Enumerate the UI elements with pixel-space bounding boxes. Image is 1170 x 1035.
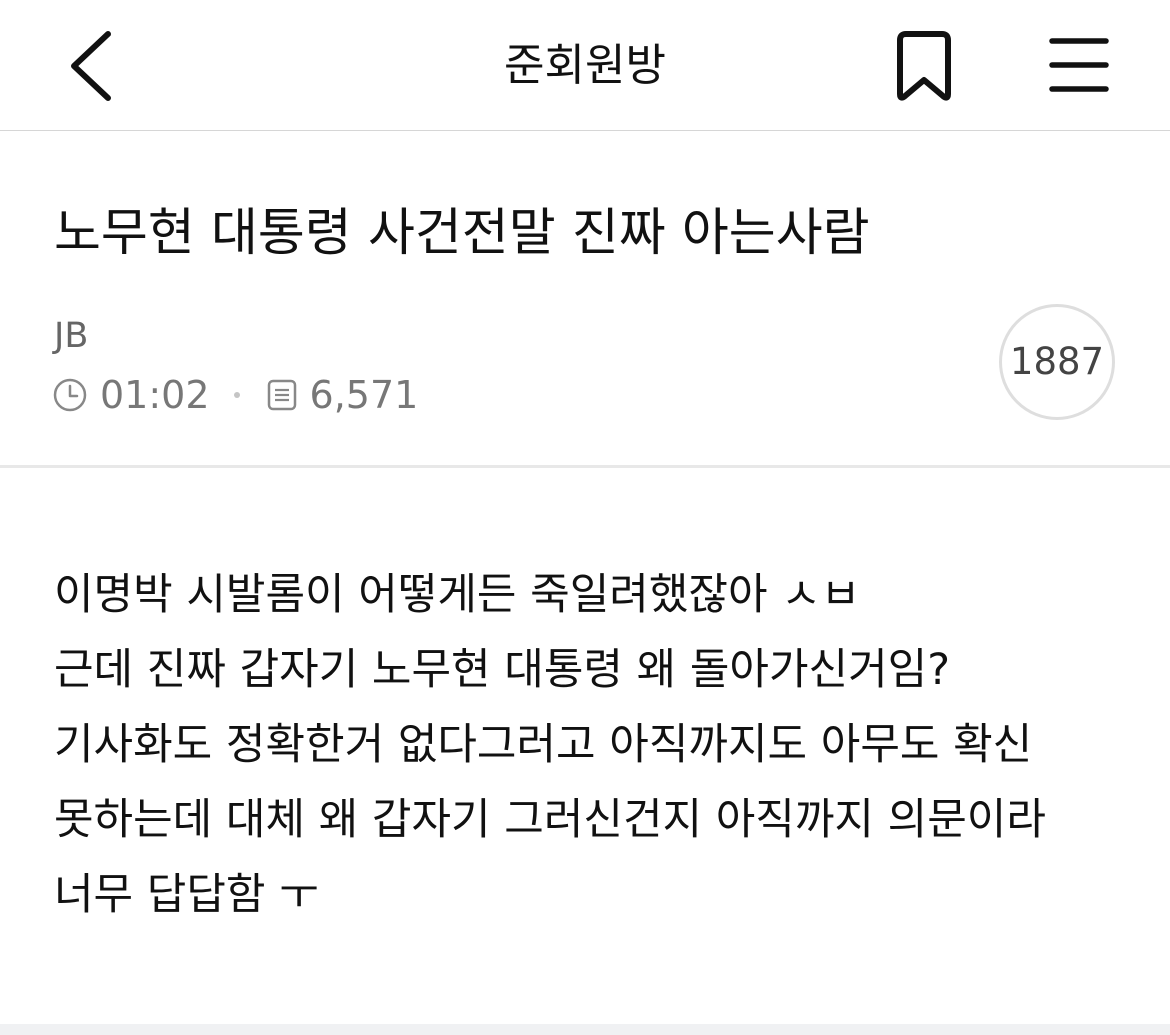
view-count: 6,571	[309, 373, 419, 417]
body-line: 너무 답답함 ㅜ	[54, 870, 319, 920]
body-line: 기사화도 정확한거 없다그러고 아직까지도 아무도 확신	[54, 720, 1033, 770]
back-button[interactable]	[58, 22, 128, 112]
post-body: 이명박 시발롬이 어떻게든 죽일려했잖아 ㅅㅂ 근데 진짜 갑자기 노무현 대통…	[54, 558, 1124, 933]
bookmark-button[interactable]	[880, 22, 964, 112]
post-title: 노무현 대통령 사건전말 진짜 아는사람	[54, 204, 870, 263]
post-meta: 01:02 6,571	[52, 370, 418, 420]
author-name[interactable]: JB	[54, 315, 88, 357]
comment-count-badge[interactable]: 1887	[999, 304, 1115, 420]
menu-button[interactable]	[1038, 26, 1122, 106]
body-line: 못하는데 대체 왜 갑자기 그러신건지 아직까지 의문이라	[54, 795, 1046, 845]
post-time: 01:02	[100, 373, 210, 417]
board-title: 준회원방	[504, 40, 666, 91]
separator-dot	[233, 392, 240, 398]
top-navigation-bar: 준회원방	[0, 0, 1170, 131]
body-line: 근데 진짜 갑자기 노무현 대통령 왜 돌아가신거임?	[54, 645, 951, 695]
post-header: 노무현 대통령 사건전말 진짜 아는사람 JB 01:02 6,571 1887	[0, 131, 1170, 468]
bottom-divider	[0, 1024, 1170, 1035]
bookmark-icon	[897, 31, 951, 101]
document-icon	[267, 379, 296, 411]
clock-icon	[53, 378, 87, 412]
body-line: 이명박 시발롬이 어떻게든 죽일려했잖아 ㅅㅂ	[54, 570, 861, 620]
chevron-left-icon	[71, 31, 111, 101]
hamburger-menu-icon	[1049, 38, 1109, 92]
